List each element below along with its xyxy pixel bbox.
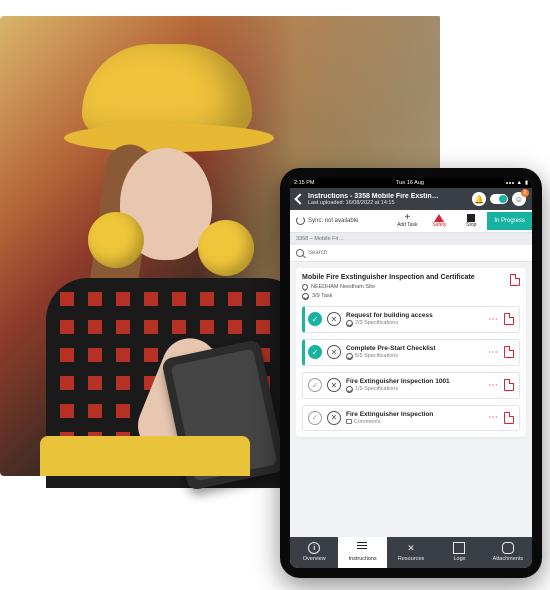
online-toggle[interactable]	[490, 194, 508, 204]
paperclip-icon	[502, 542, 514, 554]
pdf-icon[interactable]	[504, 412, 514, 424]
site-name: NEEDHAM Needham Site	[311, 284, 375, 290]
check-icon: ✓	[308, 312, 322, 326]
pdf-icon[interactable]	[504, 346, 514, 358]
logs-icon	[453, 542, 465, 554]
x-icon[interactable]: ✕	[327, 312, 341, 326]
status-chip[interactable]: In Progress	[487, 212, 532, 230]
content-area: Mobile Fire Exstinguisher Inspection and…	[290, 262, 532, 538]
nav-overview[interactable]: Overview	[290, 537, 338, 568]
add-task-button[interactable]: + Add Task	[391, 210, 423, 232]
more-icon[interactable]: ⋯	[488, 347, 499, 358]
pdf-icon[interactable]	[504, 379, 514, 391]
check-icon: ✓	[308, 345, 322, 359]
task-progress: 3/9 Task	[312, 293, 332, 299]
toolbar: Sync: not available + Add Task Safety St…	[290, 210, 532, 233]
bell-icon: 🔔	[474, 195, 484, 204]
progress-icon	[302, 293, 309, 300]
breadcrumb[interactable]: 3358 – Mobile Fir…	[290, 233, 532, 245]
check-icon: ✓	[308, 411, 322, 425]
task-row[interactable]: ✓ ✕ Complete Pre-Start Checklist 5/5 Spe…	[302, 339, 520, 366]
nav-instructions[interactable]: Instructions	[338, 537, 386, 568]
spec-icon	[346, 353, 353, 360]
task-row[interactable]: ✓ ✕ Fire Extinguisher Inspection 1001 1/…	[302, 372, 520, 399]
app-header: Instructions - 3358 Mobile Fire Exstin… …	[290, 188, 532, 210]
app-screen: 2:15 PM Tue 16 Aug ▲ ▮ Instructions - 33…	[290, 178, 532, 568]
x-icon[interactable]: ✕	[327, 411, 341, 425]
search-bar[interactable]	[290, 245, 532, 262]
stop-icon	[467, 214, 475, 222]
task-title: Fire Extinguisher Inspection	[346, 411, 483, 418]
bottom-nav: Overview Instructions Resources Logs Att…	[290, 537, 532, 568]
task-row[interactable]: ✓ ✕ Request for building access 2/3 Spec…	[302, 306, 520, 333]
stop-button[interactable]: Stop	[455, 211, 487, 232]
notifications-button[interactable]: 🔔	[472, 192, 486, 206]
sync-label: Sync: not available	[308, 218, 358, 224]
search-input[interactable]	[308, 250, 526, 256]
profile-badge: 2	[521, 189, 529, 197]
pin-icon	[301, 282, 309, 290]
more-icon[interactable]: ⋯	[488, 380, 499, 391]
nav-logs[interactable]: Logs	[435, 537, 483, 568]
spec-icon	[346, 386, 353, 393]
x-icon[interactable]: ✕	[327, 345, 341, 359]
more-icon[interactable]: ⋯	[488, 314, 499, 325]
comment-icon	[346, 419, 352, 424]
warning-icon	[434, 214, 444, 222]
task-title: Request for building access	[346, 312, 483, 319]
nav-attachments[interactable]: Attachments	[484, 537, 532, 568]
nav-resources[interactable]: Resources	[387, 537, 435, 568]
page-subtitle: Last uploaded: 16/08/2022 at 14:15	[308, 200, 468, 206]
tools-icon	[405, 542, 417, 554]
task-title: Fire Extinguisher Inspection 1001	[346, 378, 483, 385]
wifi-icon: ▲	[517, 180, 522, 186]
x-icon[interactable]: ✕	[327, 378, 341, 392]
ios-date: Tue 16 Aug	[396, 180, 424, 186]
ios-time: 2:15 PM	[294, 180, 314, 186]
tablet-device: 2:15 PM Tue 16 Aug ▲ ▮ Instructions - 33…	[280, 168, 542, 578]
task-title: Complete Pre-Start Checklist	[346, 345, 483, 352]
safety-button[interactable]: Safety	[423, 211, 455, 232]
battery-icon: ▮	[525, 180, 528, 186]
more-icon[interactable]: ⋯	[488, 412, 499, 423]
ios-status-bar: 2:15 PM Tue 16 Aug ▲ ▮	[290, 178, 532, 188]
list-icon	[357, 542, 369, 554]
pdf-icon[interactable]	[510, 274, 520, 286]
sync-icon	[296, 216, 305, 225]
info-icon	[308, 542, 320, 554]
pdf-icon[interactable]	[504, 313, 514, 325]
instruction-title: Mobile Fire Exstinguisher Inspection and…	[302, 274, 506, 281]
instruction-panel: Mobile Fire Exstinguisher Inspection and…	[296, 268, 526, 437]
page-title: Instructions - 3358 Mobile Fire Exstin…	[308, 193, 468, 200]
signal-icon	[506, 182, 514, 184]
spec-icon	[346, 320, 353, 327]
back-icon[interactable]	[294, 193, 305, 204]
check-icon: ✓	[308, 378, 322, 392]
task-row[interactable]: ✓ ✕ Fire Extinguisher Inspection Comment…	[302, 405, 520, 431]
sync-status[interactable]: Sync: not available	[290, 212, 391, 229]
profile-button[interactable]: ☺ 2	[512, 192, 526, 206]
search-icon	[296, 249, 304, 257]
